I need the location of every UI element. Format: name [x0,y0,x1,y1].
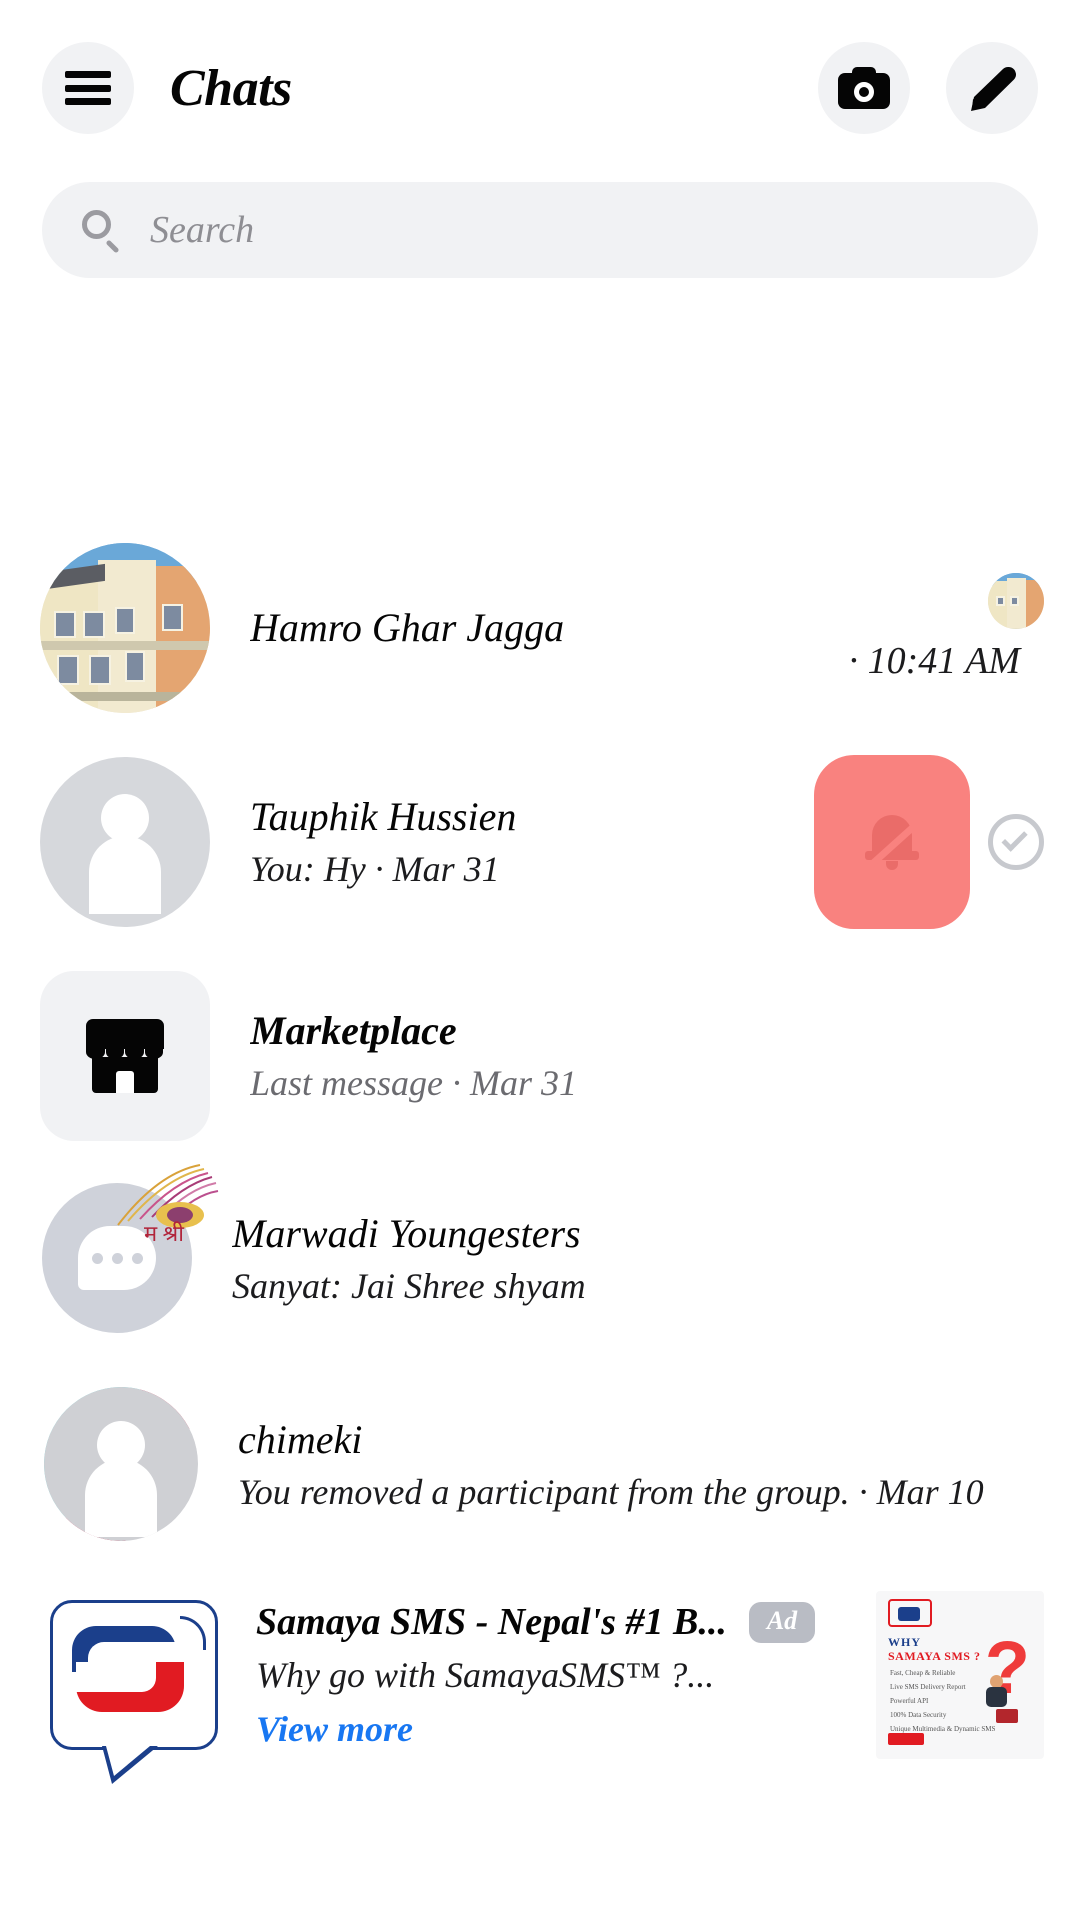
ad-title: Samaya SMS - Nepal's #1 B... [256,1601,727,1643]
samaya-sms-logo [50,1600,218,1784]
chat-text-block: Marketplace Last message · Mar 31 [250,1007,1080,1104]
bell-slash-icon [863,811,925,873]
chat-row-hamro-ghar-jagga[interactable]: Hamro Ghar Jagga · 10:41 AM [0,520,1080,735]
ad-thumb-bullet: Unique Multimedia & Dynamic SMS [890,1725,996,1733]
bubble-placeholder-avatar [42,1183,192,1333]
avatar [44,1387,198,1541]
chat-snippet: Last message · Mar 31 [250,1063,578,1103]
chat-list: Hamro Ghar Jagga · 10:41 AM Tauphik Huss… [0,520,1080,1784]
camera-button[interactable] [818,42,910,134]
pencil-compose-icon [971,66,1016,111]
chat-text-block: Hamro Ghar Jagga [250,604,849,651]
page-title: Chats [170,59,292,117]
chat-text-block: chimeki You removed a participant from t… [238,1416,1080,1513]
chats-screen: Chats Search Hamro Ghar Jagga · 10:41 AM… [0,0,1080,1920]
ad-subtitle: Why go with SamayaSMS™ ?... [256,1655,715,1695]
building-photo-avatar [40,542,210,713]
avatar [40,542,210,713]
chat-row-marwadi-youngesters[interactable]: म श्री Marwadi Youngesters Sanyat: Jai S… [0,1163,1080,1353]
chat-name: chimeki [238,1416,363,1462]
mute-button[interactable] [814,754,970,929]
search-bar[interactable]: Search [42,182,1038,278]
chat-timestamp: · 10:41 AM [848,639,1020,682]
chat-text-block: Marwadi Youngesters Sanyat: Jai Shree sh… [232,1210,1080,1307]
ad-thumb-heading2: SAMAYA SMS ? [888,1649,981,1663]
hamburger-menu-button[interactable] [42,42,134,134]
header-actions [818,42,1038,134]
ad-thumb-heading1: WHY [888,1635,921,1649]
chat-name: Marwadi Youngesters [232,1210,581,1256]
chat-row-chimeki[interactable]: chimeki You removed a participant from t… [0,1353,1080,1575]
camera-icon [838,67,890,109]
chat-meta: · 10:41 AM [848,572,1044,683]
ad-text-block: Samaya SMS - Nepal's #1 B... Ad Why go w… [256,1600,876,1750]
sponsored-ad-row[interactable]: Samaya SMS - Nepal's #1 B... Ad Why go w… [0,1575,1080,1784]
chat-name: Hamro Ghar Jagga [250,605,565,650]
search-icon [82,210,122,254]
avatar [40,970,210,1141]
compose-button[interactable] [946,42,1038,134]
ad-thumbnail[interactable]: WHY SAMAYA SMS ? Fast, Cheap & Reliable … [876,1591,1044,1759]
avatar [40,756,210,927]
ad-thumb-bullet: Powerful API [890,1697,929,1705]
ad-thumb-bullet: Live SMS Delivery Report [890,1683,966,1691]
hamburger-menu-icon [65,71,111,105]
marketplace-icon [40,970,210,1141]
ad-thumb-bullet: Fast, Cheap & Reliable [890,1669,956,1677]
ad-thumb-bullet: 100% Data Security [890,1711,947,1719]
default-person-avatar [40,756,210,927]
ad-badge: Ad [748,1601,816,1643]
chat-name: Marketplace [250,1008,457,1053]
read-receipt-thumbnail [988,572,1044,629]
chat-snippet: Sanyat: Jai Shree shyam [232,1265,586,1306]
app-header: Chats [0,38,1080,138]
check-circle-icon[interactable] [988,813,1044,870]
chat-row-tauphik-hussien[interactable]: Tauphik Hussien You: Hy · Mar 31 [0,735,1080,948]
avatar: म श्री [42,1164,219,1333]
default-person-avatar [44,1387,198,1541]
chat-row-marketplace[interactable]: Marketplace Last message · Mar 31 [0,948,1080,1163]
chat-snippet: You removed a participant from the group… [238,1471,984,1512]
ad-view-more-link[interactable]: View more [256,1708,876,1750]
search-input[interactable]: Search [150,208,254,252]
